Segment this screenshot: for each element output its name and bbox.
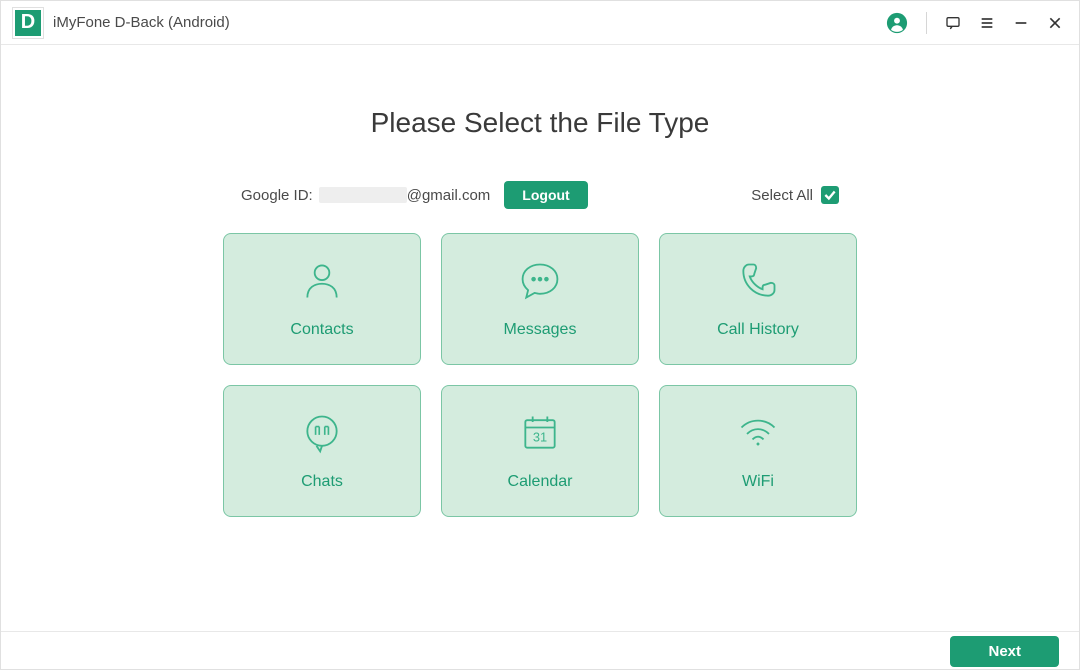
google-id-redacted xyxy=(319,187,407,203)
divider xyxy=(926,12,927,34)
app-logo: D xyxy=(13,8,43,38)
callhistory-icon xyxy=(736,259,780,303)
next-button[interactable]: Next xyxy=(950,636,1059,667)
titlebar: D iMyFone D-Back (Android) xyxy=(1,1,1079,45)
svg-text:31: 31 xyxy=(533,429,547,444)
card-label: Contacts xyxy=(290,321,353,339)
messages-icon xyxy=(518,259,562,303)
app-title: iMyFone D-Back (Android) xyxy=(53,14,230,31)
close-icon[interactable] xyxy=(1047,15,1063,31)
card-label: Call History xyxy=(717,321,799,339)
card-contacts[interactable]: Contacts xyxy=(223,233,421,365)
minimize-icon[interactable] xyxy=(1013,15,1029,31)
titlebar-controls xyxy=(886,12,1063,34)
card-label: Chats xyxy=(301,473,343,491)
feedback-icon[interactable] xyxy=(945,15,961,31)
menu-icon[interactable] xyxy=(979,15,995,31)
wifi-icon xyxy=(736,411,780,455)
google-id-suffix: @gmail.com xyxy=(407,187,491,204)
card-label: Calendar xyxy=(508,473,573,491)
card-messages[interactable]: Messages xyxy=(441,233,639,365)
card-label: WiFi xyxy=(742,473,774,491)
info-row: Google ID: @gmail.com Logout Select All xyxy=(11,181,1069,225)
card-calendar[interactable]: 31 Calendar xyxy=(441,385,639,517)
main-content: Please Select the File Type Google ID: @… xyxy=(1,45,1079,631)
card-label: Messages xyxy=(504,321,577,339)
chats-icon xyxy=(300,411,344,455)
page-title: Please Select the File Type xyxy=(11,45,1069,181)
file-type-grid: Contacts Messages Call History Chats 31 … xyxy=(11,225,1069,517)
logout-button[interactable]: Logout xyxy=(504,181,587,209)
card-wifi[interactable]: WiFi xyxy=(659,385,857,517)
select-all-label: Select All xyxy=(751,187,813,204)
card-chats[interactable]: Chats xyxy=(223,385,421,517)
calendar-icon: 31 xyxy=(518,411,562,455)
contacts-icon xyxy=(300,259,344,303)
select-all-checkbox[interactable] xyxy=(821,186,839,204)
account-icon[interactable] xyxy=(886,12,908,34)
google-id-label: Google ID: xyxy=(241,187,313,204)
footer: Next xyxy=(1,631,1079,671)
card-callhistory[interactable]: Call History xyxy=(659,233,857,365)
